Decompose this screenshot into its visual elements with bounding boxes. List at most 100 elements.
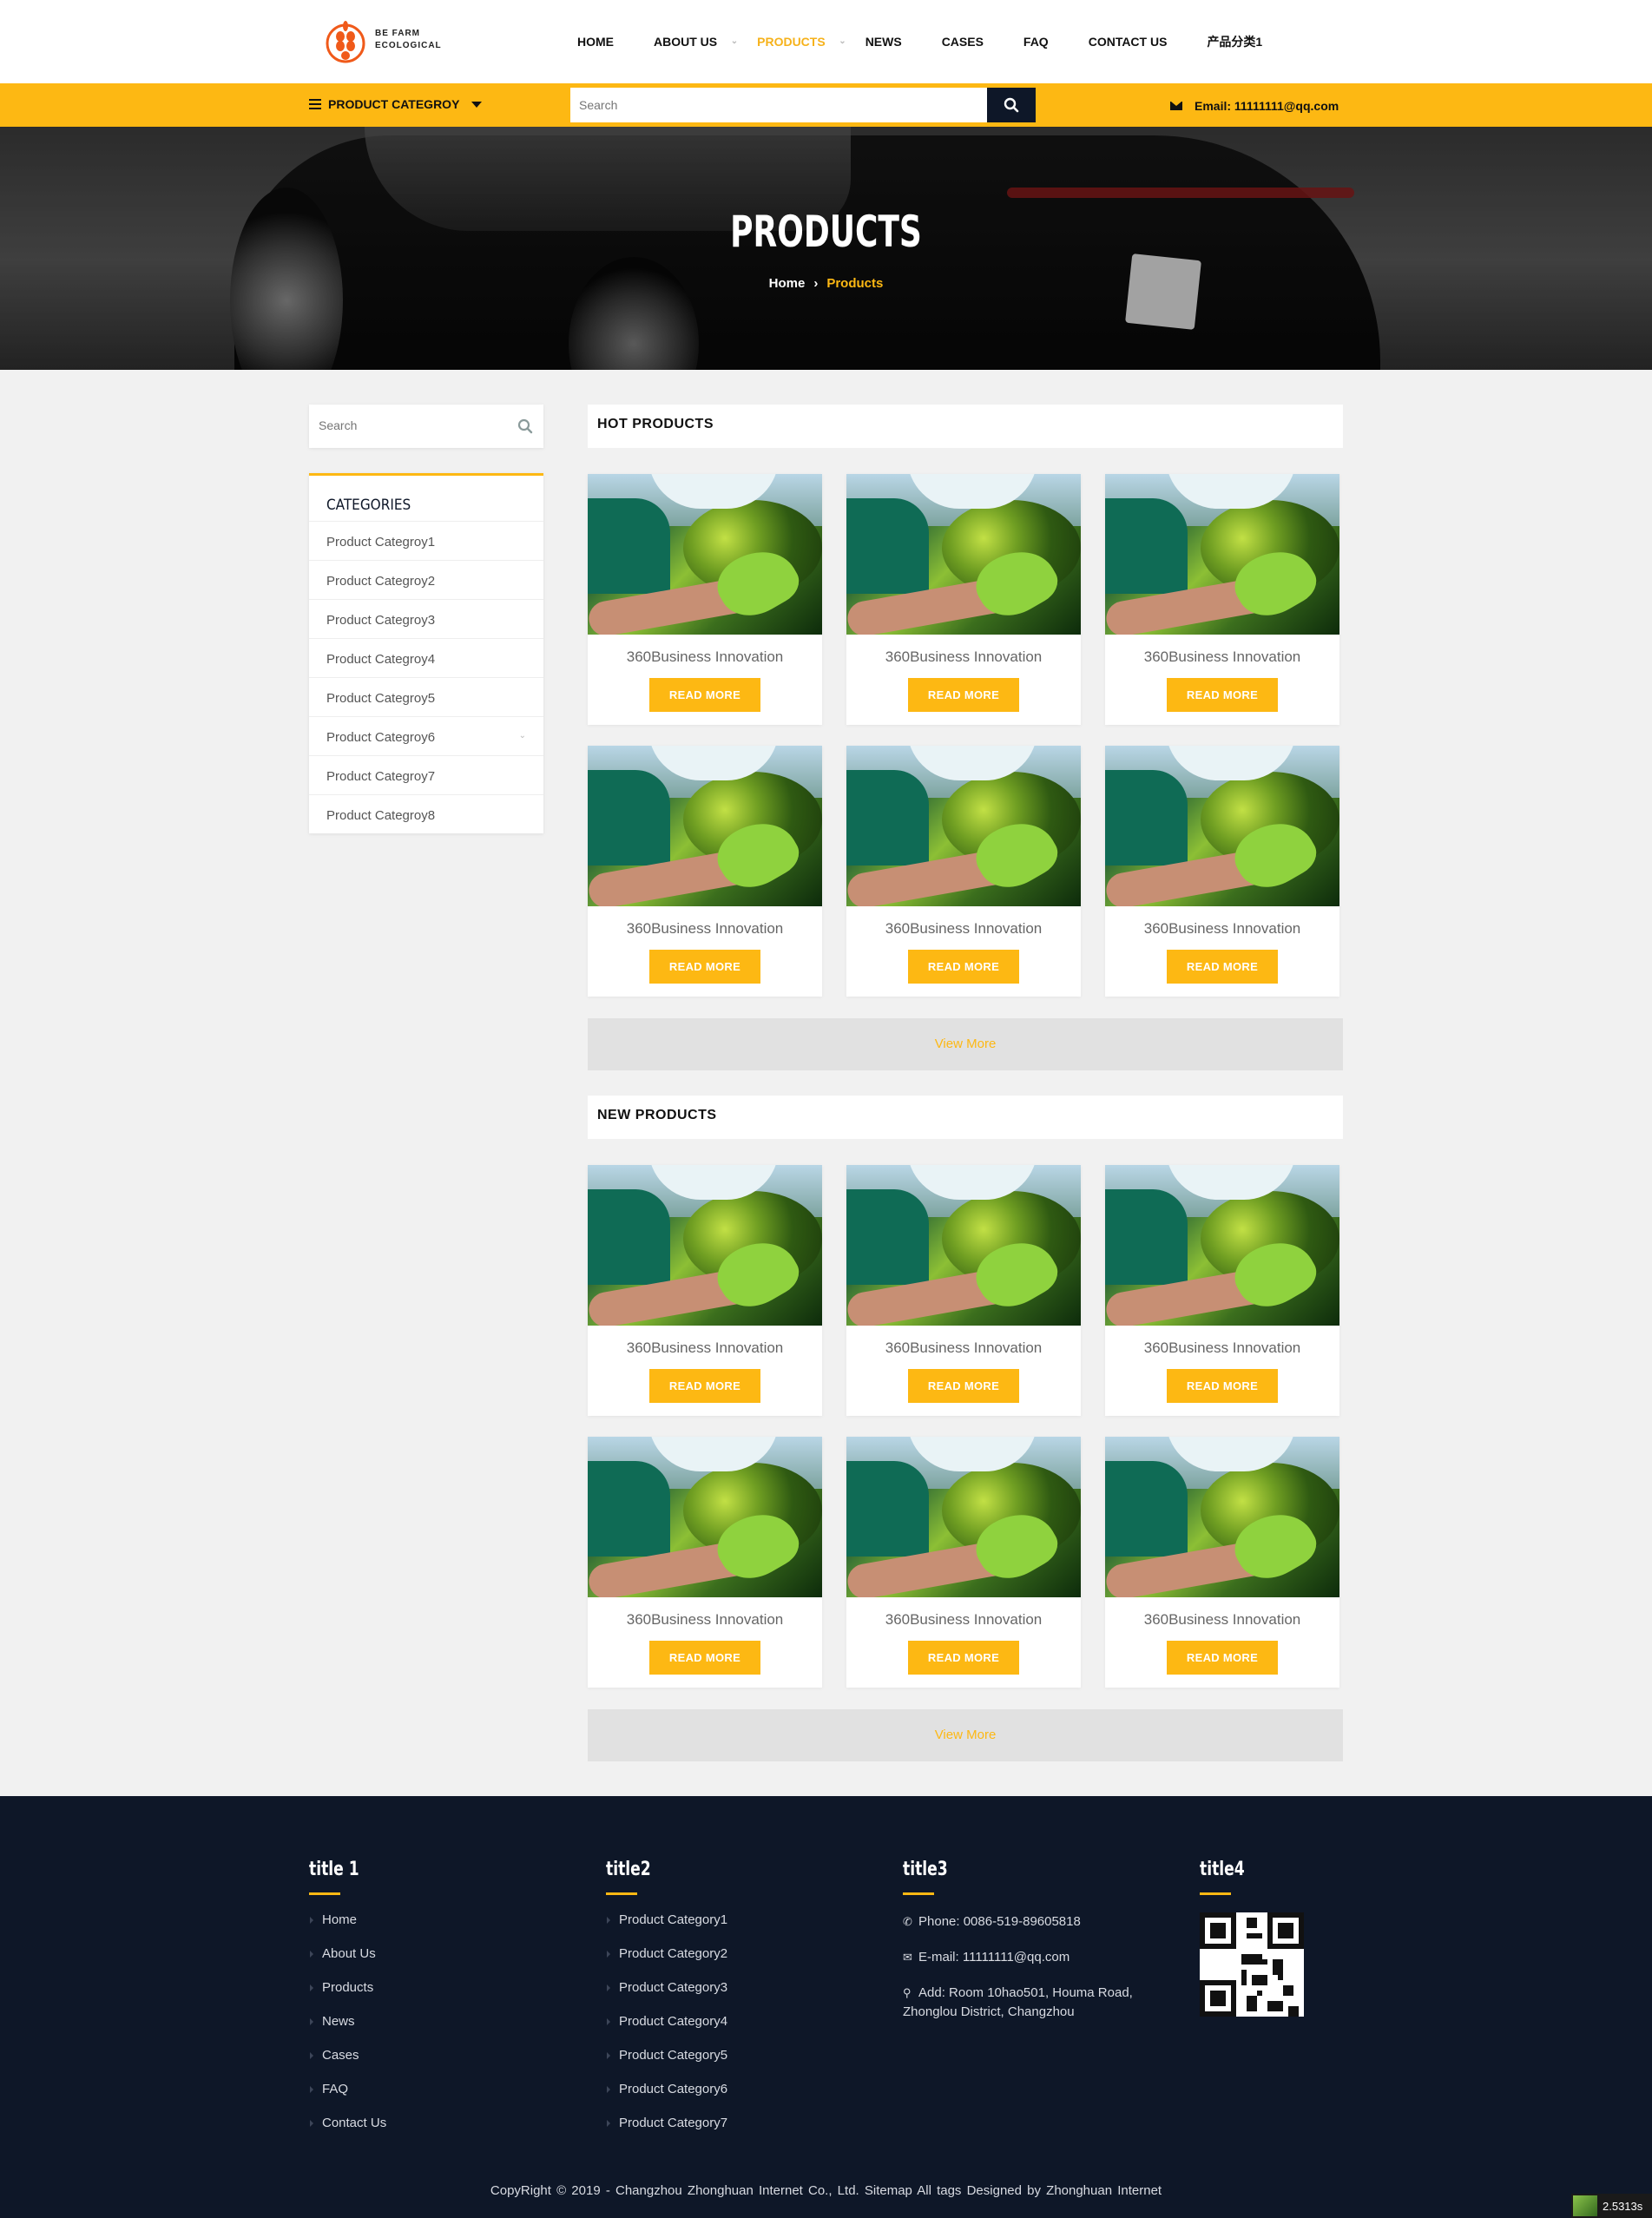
qr-module [1252, 1975, 1267, 1985]
footer-link[interactable]: Product Category7 [606, 2116, 727, 2149]
logo-text: BE FARM ECOLOGICAL [375, 29, 442, 50]
product-image[interactable] [588, 1165, 822, 1326]
logo[interactable]: BE FARM ECOLOGICAL [325, 10, 464, 69]
read-more-button[interactable]: READ MORE [908, 678, 1019, 712]
category-item[interactable]: Product Categroy5 [309, 677, 543, 716]
product-title[interactable]: 360Business Innovation [846, 648, 1081, 668]
qr-module [1288, 2006, 1299, 2017]
header-search-button[interactable] [987, 88, 1036, 122]
footer-link[interactable]: Product Category4 [606, 2014, 727, 2048]
footer-underline [903, 1892, 934, 1895]
read-more-button[interactable]: READ MORE [1167, 950, 1278, 984]
product-card[interactable]: 360Business Innovation READ MORE [846, 1437, 1081, 1688]
category-item[interactable]: Product Categroy6 ⌄ [309, 716, 543, 755]
product-card[interactable]: 360Business Innovation READ MORE [1105, 1437, 1339, 1688]
product-card[interactable]: 360Business Innovation READ MORE [588, 474, 822, 725]
product-title[interactable]: 360Business Innovation [1105, 1339, 1339, 1359]
footer-link[interactable]: FAQ [309, 2082, 386, 2116]
read-more-button[interactable]: READ MORE [908, 950, 1019, 984]
chevron-down-icon[interactable]: ⌄ [519, 731, 526, 740]
product-image[interactable] [846, 1437, 1081, 1597]
product-category-button[interactable]: PRODUCT CATEGROY [309, 97, 483, 111]
product-image[interactable] [846, 1165, 1081, 1326]
product-title[interactable]: 360Business Innovation [846, 920, 1081, 939]
read-more-button[interactable]: READ MORE [649, 950, 760, 984]
product-title[interactable]: 360Business Innovation [1105, 920, 1339, 939]
envelope-icon [1170, 102, 1182, 110]
product-image[interactable] [1105, 1437, 1339, 1597]
qr-module [1278, 1975, 1283, 1980]
read-more-button[interactable]: READ MORE [908, 1369, 1019, 1403]
footer-link[interactable]: Product Category2 [606, 1946, 727, 1980]
nav-home[interactable]: HOME [577, 35, 614, 49]
hot-products-heading: HOT PRODUCTS [588, 405, 1343, 448]
category-item[interactable]: Product Categroy4 [309, 638, 543, 677]
read-more-button[interactable]: READ MORE [649, 1641, 760, 1675]
qr-module [1210, 1991, 1226, 2006]
read-more-button[interactable]: READ MORE [649, 1369, 760, 1403]
product-card[interactable]: 360Business Innovation READ MORE [846, 746, 1081, 997]
product-title[interactable]: 360Business Innovation [846, 1611, 1081, 1630]
read-more-button[interactable]: READ MORE [1167, 1369, 1278, 1403]
product-title[interactable]: 360Business Innovation [1105, 648, 1339, 668]
footer-link[interactable]: Cases [309, 2048, 386, 2082]
read-more-button[interactable]: READ MORE [1167, 1641, 1278, 1675]
product-card[interactable]: 360Business Innovation READ MORE [846, 1165, 1081, 1416]
qr-module [1247, 1918, 1257, 1928]
nav-cases[interactable]: CASES [942, 35, 984, 49]
footer-link[interactable]: Products [309, 1980, 386, 2014]
product-image[interactable] [588, 1437, 822, 1597]
nav-faq[interactable]: FAQ [1023, 35, 1049, 49]
product-image[interactable] [846, 474, 1081, 635]
hot-view-more-button[interactable]: View More [588, 1018, 1343, 1070]
search-icon[interactable] [517, 418, 533, 434]
product-card[interactable]: 360Business Innovation READ MORE [1105, 474, 1339, 725]
breadcrumb-home[interactable]: Home [769, 276, 806, 291]
read-more-button[interactable]: READ MORE [908, 1641, 1019, 1675]
nav-about-us[interactable]: ABOUT US ⌄ [654, 35, 738, 49]
category-item[interactable]: Product Categroy1 [309, 521, 543, 560]
nav-contact-us[interactable]: CONTACT US [1089, 35, 1168, 49]
footer-col-title: title4 [1200, 1859, 1245, 1880]
footer-link[interactable]: About Us [309, 1946, 386, 1980]
product-image[interactable] [1105, 746, 1339, 906]
product-image[interactable] [846, 746, 1081, 906]
category-item[interactable]: Product Categroy3 [309, 599, 543, 638]
category-item[interactable]: Product Categroy2 [309, 560, 543, 599]
footer-link[interactable]: Product Category6 [606, 2082, 727, 2116]
footer-underline [1200, 1892, 1231, 1895]
product-image[interactable] [588, 746, 822, 906]
read-more-button[interactable]: READ MORE [649, 678, 760, 712]
product-title[interactable]: 360Business Innovation [588, 920, 822, 939]
product-title[interactable]: 360Business Innovation [588, 1611, 822, 1630]
product-image[interactable] [1105, 474, 1339, 635]
nav-products[interactable]: PRODUCTS ⌄ [757, 35, 846, 49]
footer-link[interactable]: News [309, 2014, 386, 2048]
footer-link[interactable]: Contact Us [309, 2116, 386, 2149]
product-title[interactable]: 360Business Innovation [846, 1339, 1081, 1359]
read-more-button[interactable]: READ MORE [1167, 678, 1278, 712]
nav-product-category-cn[interactable]: 产品分类1 [1207, 33, 1262, 50]
nav-news[interactable]: NEWS [865, 35, 902, 49]
footer-link[interactable]: Product Category3 [606, 1980, 727, 2014]
product-image[interactable] [588, 474, 822, 635]
product-card[interactable]: 360Business Innovation READ MORE [846, 474, 1081, 725]
breadcrumb: Home › Products [0, 276, 1652, 291]
product-image[interactable] [1105, 1165, 1339, 1326]
header-search-input[interactable] [570, 88, 987, 122]
product-card[interactable]: 360Business Innovation READ MORE [588, 746, 822, 997]
product-card[interactable]: 360Business Innovation READ MORE [1105, 1165, 1339, 1416]
product-title[interactable]: 360Business Innovation [588, 1339, 822, 1359]
sidebar-search-input[interactable] [309, 405, 500, 446]
footer-link[interactable]: Product Category1 [606, 1912, 727, 1946]
product-card[interactable]: 360Business Innovation READ MORE [588, 1165, 822, 1416]
product-card[interactable]: 360Business Innovation READ MORE [588, 1437, 822, 1688]
product-card[interactable]: 360Business Innovation READ MORE [1105, 746, 1339, 997]
footer-link[interactable]: Product Category5 [606, 2048, 727, 2082]
category-item[interactable]: Product Categroy8 [309, 794, 543, 833]
product-title[interactable]: 360Business Innovation [1105, 1611, 1339, 1630]
new-view-more-button[interactable]: View More [588, 1709, 1343, 1761]
footer-link[interactable]: Home [309, 1912, 386, 1946]
category-item[interactable]: Product Categroy7 [309, 755, 543, 794]
product-title[interactable]: 360Business Innovation [588, 648, 822, 668]
